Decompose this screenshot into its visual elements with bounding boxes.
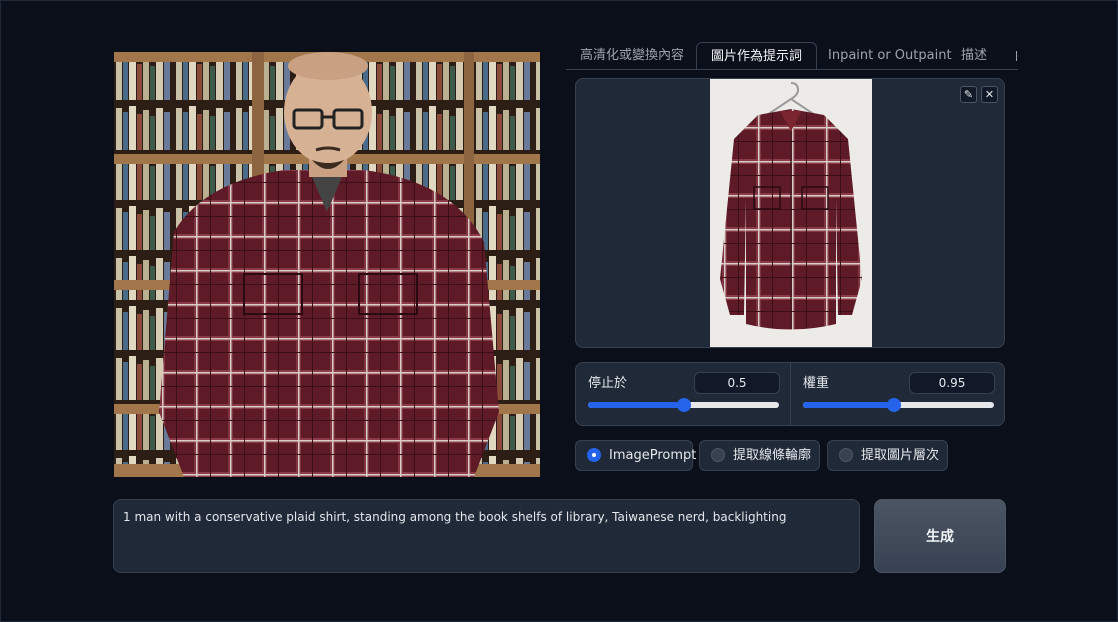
weight-slider-handle[interactable]	[886, 398, 901, 412]
image-prompt-upload[interactable]: ✎ ✕	[575, 78, 1005, 348]
shirt-image	[710, 79, 872, 347]
stop-at-label: 停止於	[588, 376, 628, 391]
option-cpds-label: 提取圖片層次	[861, 448, 940, 463]
radio-unchecked-icon	[839, 448, 853, 462]
option-pyracanny[interactable]: 提取線條輪廓	[699, 440, 820, 471]
generated-result-image	[114, 52, 540, 477]
weight-slider-fill	[803, 402, 894, 408]
tab-inpaint-or-outpaint[interactable]: Inpaint or Outpaint	[814, 42, 966, 69]
prompt-input[interactable]: 1 man with a conservative plaid shirt, s…	[113, 499, 860, 573]
radio-checked-icon	[587, 448, 601, 462]
stop-at-slider-fill	[588, 402, 684, 408]
tab-overflow-marker	[1016, 50, 1017, 61]
stop-at-control: 停止於 0.5	[576, 363, 790, 425]
generate-button[interactable]: 生成	[874, 499, 1006, 573]
stop-at-number-input[interactable]: 0.5	[694, 372, 780, 394]
stop-at-slider[interactable]	[588, 398, 779, 412]
weight-control: 權重 0.95	[791, 363, 1005, 425]
tab-image-prompt[interactable]: 圖片作為提示詞	[696, 42, 818, 69]
radio-unchecked-icon	[711, 448, 725, 462]
option-image-prompt-label: ImagePrompt	[609, 448, 697, 463]
weight-number-input[interactable]: 0.95	[909, 372, 995, 394]
image-prompt-settings: 停止於 0.5 權重 0.95	[575, 362, 1005, 426]
option-image-prompt[interactable]: ImagePrompt	[575, 440, 697, 471]
shirt-photo-graphic	[710, 79, 872, 347]
result-photo	[114, 52, 540, 477]
option-pyracanny-label: 提取線條輪廓	[733, 448, 812, 463]
pencil-icon[interactable]: ✎	[960, 86, 977, 103]
stop-at-slider-handle[interactable]	[676, 398, 691, 412]
tab-upscale-or-vary[interactable]: 高清化或變換內容	[566, 42, 698, 69]
tab-overflow[interactable]	[1002, 42, 1018, 69]
tab-bar: 高清化或變換內容 圖片作為提示詞 Inpaint or Outpaint 描述	[566, 42, 1018, 70]
weight-label: 權重	[803, 376, 830, 391]
option-cpds[interactable]: 提取圖片層次	[827, 440, 948, 471]
tab-describe[interactable]: 描述	[947, 42, 1001, 69]
close-icon[interactable]: ✕	[981, 86, 998, 103]
weight-slider[interactable]	[803, 398, 994, 412]
